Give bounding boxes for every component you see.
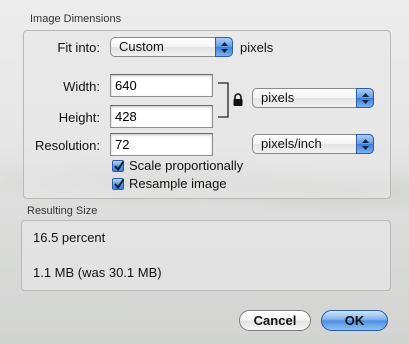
scale-proportionally-label[interactable]: Scale proportionally	[129, 158, 243, 173]
resulting-file-size: 1.1 MB (was 30.1 MB)	[33, 265, 162, 280]
ok-button[interactable]: OK	[321, 310, 388, 331]
fit-into-value: Custom	[119, 39, 164, 54]
resulting-size-title: Resulting Size	[27, 205, 98, 217]
height-label: Height:	[58, 110, 100, 125]
fit-into-label: Fit into:	[57, 40, 100, 55]
resolution-unit-popup[interactable]: pixels/inch	[252, 134, 374, 154]
resulting-percent: 16.5 percent	[33, 230, 106, 245]
width-input[interactable]	[110, 74, 213, 97]
size-unit-value: pixels	[261, 90, 295, 105]
checkmark-icon	[114, 179, 124, 189]
width-label: Width:	[63, 79, 100, 94]
popup-arrows-icon	[215, 37, 233, 57]
cancel-button[interactable]: Cancel	[239, 310, 311, 331]
checkmark-icon	[114, 161, 124, 171]
popup-arrows-icon	[356, 88, 374, 108]
resolution-label: Resolution:	[34, 138, 100, 153]
resolution-unit-value: pixels/inch	[261, 136, 322, 151]
resample-image-label[interactable]: Resample image	[129, 176, 227, 191]
resample-image-checkbox[interactable]	[112, 178, 124, 190]
lock-icon[interactable]	[232, 93, 244, 107]
scale-proportionally-checkbox[interactable]	[112, 160, 124, 172]
resolution-input[interactable]	[110, 133, 213, 156]
popup-arrows-icon	[356, 134, 374, 154]
fit-into-unit: pixels	[240, 40, 274, 55]
height-input[interactable]	[110, 105, 213, 128]
size-unit-popup[interactable]: pixels	[252, 88, 374, 108]
image-dimensions-title: Image Dimensions	[30, 13, 122, 25]
fit-into-popup[interactable]: Custom	[110, 37, 233, 57]
